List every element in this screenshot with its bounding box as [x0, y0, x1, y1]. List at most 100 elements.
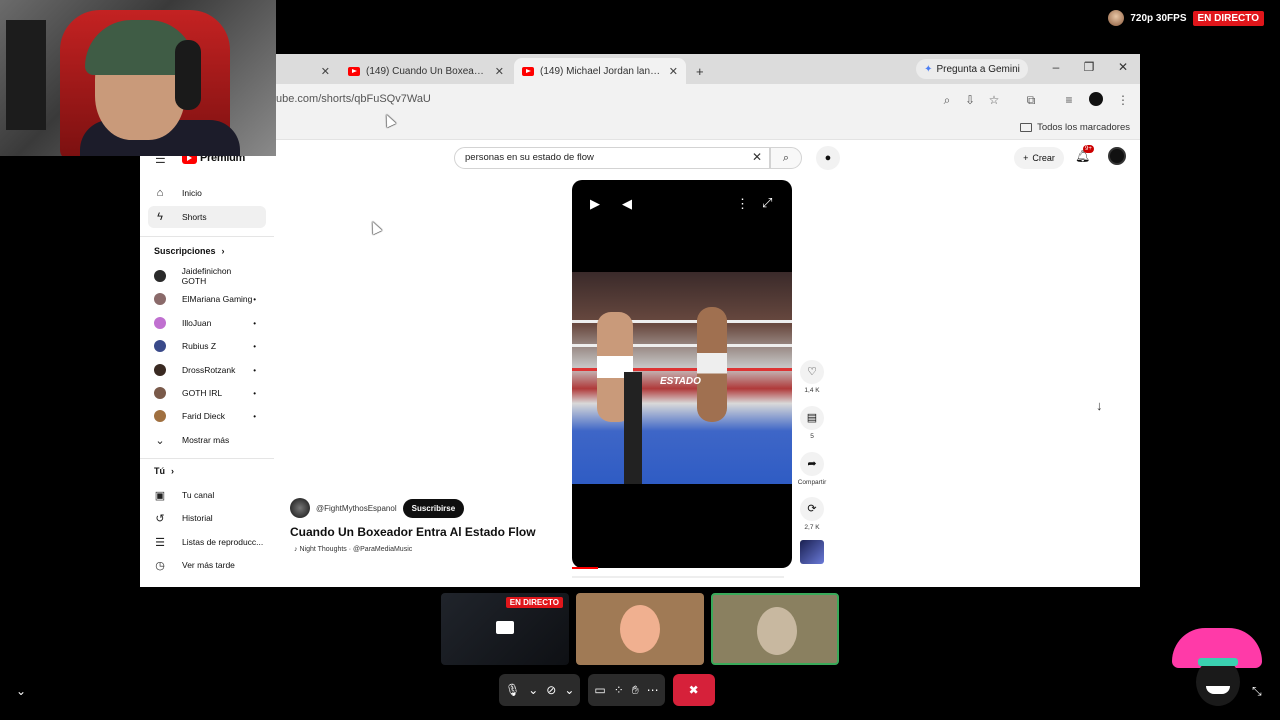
all-bookmarks[interactable]: Todos los marcadores: [1020, 122, 1130, 133]
you-header[interactable]: Tú ›: [154, 466, 174, 476]
stream-status: 720p 30FPS EN DIRECTO: [1108, 10, 1264, 26]
more-options-icon[interactable]: ⋯: [647, 683, 659, 697]
close-tab-icon[interactable]: ✕: [669, 65, 678, 78]
notifications-button[interactable]: 🔔︎ 9+: [1075, 145, 1094, 163]
sidebar-item-subscription[interactable]: DrossRotzank •: [148, 359, 266, 381]
address-bar: ube.com/shorts/qbFuSQv7WaU ⌕ ⇩ ☆ ⧉ ≡ ⋮: [140, 84, 1140, 116]
video-frame: ESTADO: [572, 272, 792, 484]
sidebar-item-shorts[interactable]: ϟ Shorts: [148, 206, 266, 228]
extensions-icon[interactable]: ⧉: [1024, 93, 1038, 108]
progress-fill: [572, 567, 598, 569]
media-controls-icon[interactable]: ≡: [1062, 93, 1076, 107]
volume-icon[interactable]: ◀: [622, 196, 632, 212]
share-icon[interactable]: ➦: [800, 452, 824, 476]
progress-track[interactable]: [572, 576, 784, 578]
subscribe-button[interactable]: Suscribirse: [402, 498, 465, 518]
watch-later-icon: ◷: [155, 559, 165, 572]
chevron-down-icon[interactable]: ⌄: [528, 683, 538, 697]
chevron-down-icon[interactable]: ⌄: [564, 683, 574, 697]
sidebar-item-subscription[interactable]: IlloJuan •: [148, 312, 266, 334]
search-input[interactable]: personas en su estado de flow: [454, 147, 770, 169]
bookmark-star-icon[interactable]: ☆: [987, 93, 1001, 107]
url-field[interactable]: ube.com/shorts/qbFuSQv7WaU: [276, 93, 431, 105]
tab-previous[interactable]: ✕: [276, 58, 338, 84]
short-video-player[interactable]: ▶ ◀ ⋮ ⤢ ESTADO: [572, 180, 792, 568]
referee-figure: [624, 372, 642, 484]
share-screen-icon[interactable]: ▭: [594, 683, 605, 697]
sidebar-item-label: DrossRotzank: [182, 365, 236, 375]
sidebar-item-show-more[interactable]: ⌄ Mostrar más: [148, 429, 266, 451]
remix-action[interactable]: ⟳ 2,7 K: [796, 497, 828, 531]
apps-icon[interactable]: ⁘: [614, 683, 624, 697]
sidebar-item-subscription[interactable]: Rubius Z •: [148, 335, 266, 357]
channel-handle[interactable]: @FightMythosEspanol: [316, 504, 397, 513]
share-action[interactable]: ➦ Compartir: [796, 452, 828, 486]
sidebar-item-subscription[interactable]: Farid Dieck •: [148, 405, 266, 427]
subscriptions-header[interactable]: Suscripciones ›: [154, 246, 225, 256]
sidebar-divider: [140, 458, 274, 459]
clear-search-icon[interactable]: ✕: [752, 150, 762, 164]
sidebar-item-listas[interactable]: ☰ Listas de reproducc...: [148, 531, 266, 553]
sidebar-item-label: Ver más tarde: [182, 560, 235, 570]
folder-icon: [1020, 123, 1033, 132]
video-brand-overlay: ESTADO: [660, 376, 701, 387]
tab-boxeador[interactable]: (149) Cuando Un Boxeador Ent ✕: [340, 58, 512, 84]
mic-icon[interactable]: 🎙︎: [505, 683, 520, 697]
fullscreen-icon[interactable]: ⤢: [762, 195, 772, 211]
comment-icon[interactable]: ▤: [800, 406, 824, 430]
profile-icon[interactable]: [1089, 92, 1103, 106]
play-icon[interactable]: ▶: [590, 196, 600, 212]
participant-tile-active[interactable]: [711, 593, 839, 665]
minimize-icon[interactable]: –: [1048, 60, 1064, 74]
install-app-icon[interactable]: ⇩: [963, 93, 977, 107]
raise-hand-icon[interactable]: ✋︎: [632, 683, 639, 698]
more-options-icon[interactable]: ⋮: [736, 196, 749, 212]
tab-jordan[interactable]: (149) Michael Jordan lanza tiro ✕: [514, 58, 686, 84]
tab-label: (149) Cuando Un Boxeador Ent: [366, 65, 488, 77]
chevron-down-icon[interactable]: ⌄: [16, 684, 26, 698]
sidebar-item-tu-canal[interactable]: ▣ Tu canal: [148, 484, 266, 506]
new-tab-button[interactable]: +: [692, 58, 712, 84]
new-content-dot: •: [253, 294, 256, 304]
like-icon[interactable]: ♡: [800, 360, 824, 384]
search-button[interactable]: ⌕: [770, 147, 802, 169]
call-actions: ▭ ⁘ ✋︎ ⋯: [588, 674, 665, 706]
remix-icon[interactable]: ⟳: [800, 497, 824, 521]
sidebar-item-label: Shorts: [182, 212, 207, 222]
streamer-avatar: [1108, 10, 1125, 26]
gemini-star-icon: ✦: [924, 63, 933, 75]
comment-action[interactable]: ▤ 5: [796, 406, 828, 440]
sidebar-item-subscription[interactable]: GOTH IRL •: [148, 382, 266, 404]
mic-controls: 🎙︎ ⌄ ⊘ ⌄: [499, 674, 581, 706]
create-button[interactable]: + Crear: [1014, 147, 1064, 169]
close-tab-icon[interactable]: ✕: [321, 65, 330, 78]
channel-avatar: [154, 387, 166, 399]
voice-search-button[interactable]: ●: [816, 146, 840, 170]
leave-call-button[interactable]: ✖: [672, 674, 715, 706]
exit-fullscreen-icon[interactable]: ⤡: [1252, 684, 1262, 699]
sidebar-item-inicio[interactable]: ⌂ Inicio: [148, 182, 266, 204]
gemini-button[interactable]: ✦ Pregunta a Gemini: [916, 59, 1028, 79]
sidebar-item-historial[interactable]: ↺ Historial: [148, 507, 266, 529]
share-label: Compartir: [797, 479, 827, 486]
sound-thumbnail[interactable]: [800, 540, 824, 564]
zoom-icon[interactable]: ⌕: [940, 93, 954, 108]
close-window-icon[interactable]: ✕: [1115, 60, 1131, 74]
sidebar-item-label: Farid Dieck: [182, 411, 225, 421]
close-tab-icon[interactable]: ✕: [495, 65, 504, 78]
sidebar-item-subscription[interactable]: ElMariana Gaming •: [148, 288, 266, 310]
camera-off-icon[interactable]: ⊘: [546, 683, 556, 697]
participant-tile-screen[interactable]: EN DIRECTO: [441, 593, 569, 665]
music-credit[interactable]: ♪ Night Thoughts · @ParaMediaMusic: [294, 546, 412, 553]
like-action[interactable]: ♡ 1,4 K: [796, 360, 828, 394]
sidebar-item-label: Rubius Z: [182, 341, 217, 351]
arrow-down-icon[interactable]: ↓: [1096, 398, 1103, 413]
channel-avatar[interactable]: [290, 498, 310, 518]
sidebar-item-subscription[interactable]: Jaidefinichon GOTH: [148, 265, 266, 287]
more-menu-icon[interactable]: ⋮: [1116, 93, 1130, 107]
restore-icon[interactable]: ❐: [1081, 60, 1097, 74]
account-avatar[interactable]: [1108, 147, 1126, 165]
sidebar-item-ver-mas-tarde[interactable]: ◷ Ver más tarde: [148, 554, 266, 576]
leave-call-icon: ✖: [688, 683, 699, 697]
participant-tile[interactable]: [576, 593, 704, 665]
